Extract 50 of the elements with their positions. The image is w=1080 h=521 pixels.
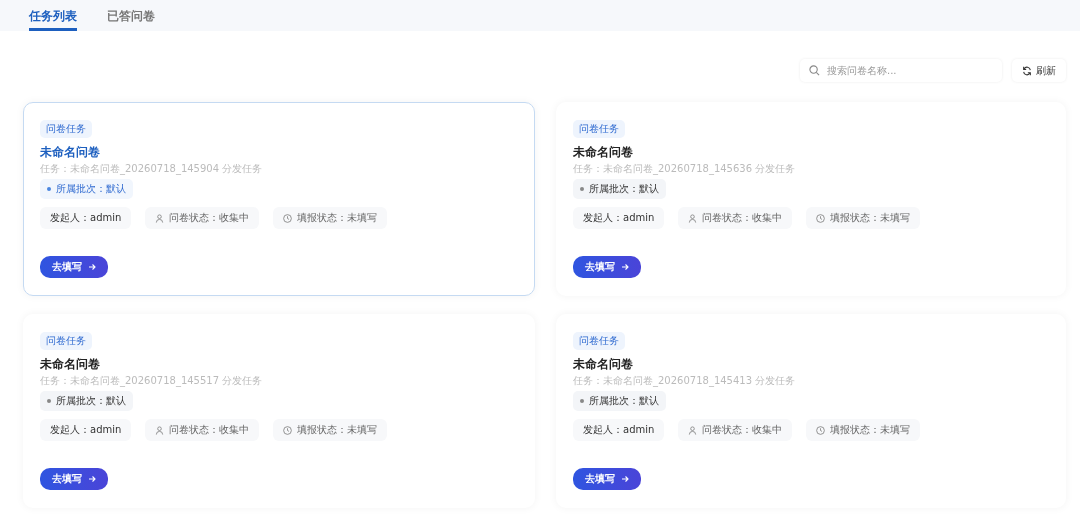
fill-status: 填报状态：未填写 [297,423,378,437]
person-icon [155,425,165,435]
tab[interactable]: 任务列表 [29,0,77,31]
batch-label: 所属批次：默认 [589,182,659,196]
survey-status: 问卷状态：收集中 [169,211,250,225]
person-icon [688,213,698,223]
clock-icon [816,425,826,435]
arrow-icon [621,475,629,483]
fill-button[interactable]: 去填写 [40,468,108,490]
initiator-chip: 发起人：admin [40,207,132,229]
arrow-icon [88,263,96,271]
status-dot [580,399,584,403]
arrow-icon [621,263,629,271]
person-icon [688,425,698,435]
survey-status: 问卷状态：收集中 [702,211,783,225]
search-icon [809,65,820,76]
clock-icon [816,213,826,223]
batch-label: 所属批次：默认 [56,182,126,196]
refresh-button[interactable]: 刷新 [1012,59,1066,82]
fill-status: 填报状态：未填写 [297,211,378,225]
fill-button[interactable]: 去填写 [573,468,641,490]
fill-status: 填报状态：未填写 [830,423,911,437]
card-title: 未命名问卷 [573,356,633,373]
card-title: 未命名问卷 [40,356,100,373]
card-title: 未命名问卷 [40,144,100,161]
card-title: 未命名问卷 [573,144,633,161]
batch-label: 所属批次：默认 [589,394,659,408]
status-dot [47,399,51,403]
type-tag: 问卷任务 [40,120,92,138]
search-field[interactable]: 搜索问卷名称... [800,59,1002,82]
clock-icon [283,425,293,435]
status-dot [47,187,51,191]
survey-status: 问卷状态：收集中 [169,423,250,437]
arrow-icon [88,475,96,483]
initiator-chip: 发起人：admin [40,419,132,441]
type-tag: 问卷任务 [573,120,625,138]
type-tag: 问卷任务 [40,332,92,350]
fill-status: 填报状态：未填写 [830,211,911,225]
person-icon [155,213,165,223]
tab[interactable]: 已答问卷 [107,0,155,31]
clock-icon [283,213,293,223]
refresh-icon [1022,65,1032,76]
survey-status: 问卷状态：收集中 [702,423,783,437]
initiator-chip: 发起人：admin [573,207,665,229]
fill-button[interactable]: 去填写 [573,256,641,278]
initiator-chip: 发起人：admin [573,419,665,441]
fill-button[interactable]: 去填写 [40,256,108,278]
type-tag: 问卷任务 [573,332,625,350]
batch-label: 所属批次：默认 [56,394,126,408]
status-dot [580,187,584,191]
